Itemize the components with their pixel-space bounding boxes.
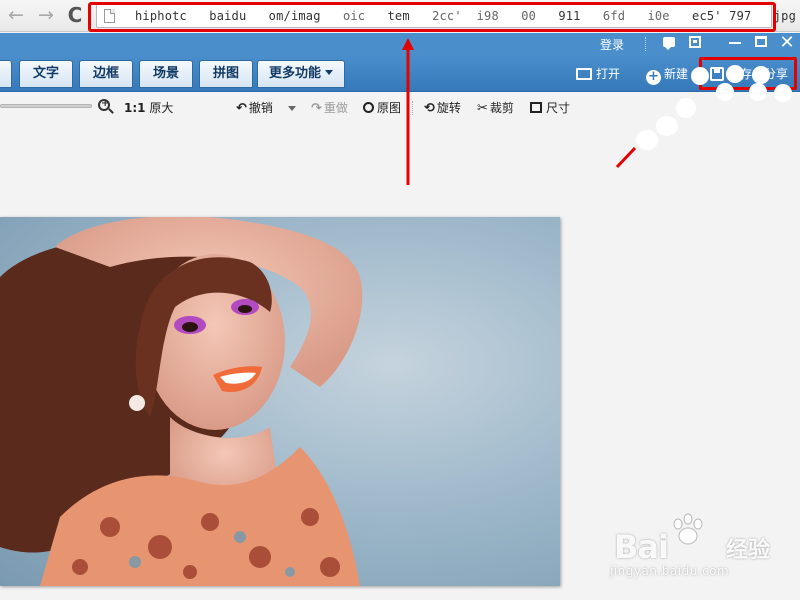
crop-label: 裁剪 xyxy=(489,101,514,115)
url-part: jpg xyxy=(773,9,796,23)
login-link[interactable]: 登录 xyxy=(600,36,624,53)
watermark-brand: Bai xyxy=(614,528,669,566)
paw-logo-icon xyxy=(673,513,703,545)
size-button[interactable]: 尺寸 xyxy=(530,100,570,116)
crop-button[interactable]: ✂ 裁剪 xyxy=(477,100,514,116)
redaction-mark xyxy=(636,130,658,150)
size-label: 尺寸 xyxy=(546,101,571,115)
chevron-down-icon xyxy=(325,70,333,75)
chat-icon[interactable] xyxy=(663,37,675,50)
photo-illustration xyxy=(0,217,363,586)
plus-icon: + xyxy=(646,70,661,85)
tab-previous[interactable] xyxy=(0,60,12,88)
url-highlight-box xyxy=(88,2,776,32)
redaction-mark xyxy=(749,83,767,101)
reload-icon[interactable]: C xyxy=(63,3,87,27)
open-button[interactable]: 打开 xyxy=(576,65,620,83)
tab-more-label: 更多功能 xyxy=(268,66,321,81)
rotate-button[interactable]: ⟲ 旋转 xyxy=(424,100,461,116)
undo-icon: ↶ xyxy=(236,101,247,116)
watermark-site: jingyan.baidu.com xyxy=(610,564,730,578)
folder-icon xyxy=(576,68,592,80)
maximize-icon[interactable] xyxy=(755,36,767,47)
photo-canvas[interactable] xyxy=(0,217,560,586)
original-icon xyxy=(363,102,374,113)
tab-more-functions[interactable]: 更多功能 xyxy=(257,60,345,88)
original-size-label: 原大 xyxy=(149,101,174,115)
crop-icon: ✂ xyxy=(477,101,488,116)
rotate-label: 旋转 xyxy=(436,101,461,115)
redaction-mark xyxy=(716,83,734,101)
redo-icon: ↷ xyxy=(311,101,322,116)
original-label: 原图 xyxy=(377,101,402,115)
redo-button[interactable]: ↷ 重做 xyxy=(311,100,348,116)
forward-icon[interactable]: → xyxy=(34,3,58,27)
divider xyxy=(645,37,647,51)
watermark: Bai 经验 jingyan.baidu.com xyxy=(608,512,788,582)
zoom-in-icon[interactable] xyxy=(98,98,114,115)
zoom-slider[interactable] xyxy=(0,104,92,108)
tab-collage[interactable]: 拼图 xyxy=(199,60,253,88)
redo-label: 重做 xyxy=(323,101,348,115)
undo-dropdown-icon[interactable] xyxy=(288,106,296,111)
open-label: 打开 xyxy=(596,67,621,81)
redaction-mark xyxy=(691,67,709,85)
new-button[interactable]: + 新建 xyxy=(646,65,689,85)
up-arrow-icon xyxy=(402,38,414,185)
redaction-mark xyxy=(676,98,696,118)
tab-border[interactable]: 边框 xyxy=(79,60,133,88)
undo-label: 撤销 xyxy=(248,101,273,115)
redaction-mark xyxy=(656,116,678,136)
undo-button[interactable]: ↶ 撤销 xyxy=(236,100,273,116)
size-icon xyxy=(530,102,542,113)
minimize-icon[interactable] xyxy=(729,42,741,44)
actual-size-button[interactable]: 1:1 原大 xyxy=(124,100,173,116)
close-icon[interactable]: ✕ xyxy=(778,33,796,53)
redaction-mark xyxy=(774,84,792,102)
redaction-mark xyxy=(752,66,770,84)
tab-text[interactable]: 文字 xyxy=(19,60,73,88)
new-label: 新建 xyxy=(664,67,689,81)
skin-icon[interactable] xyxy=(689,36,701,48)
tab-scene[interactable]: 场景 xyxy=(139,60,193,88)
watermark-brand-suffix: 经验 xyxy=(726,538,771,563)
back-icon[interactable]: ← xyxy=(4,3,28,27)
redaction-mark xyxy=(726,65,744,83)
ratio-label: 1:1 xyxy=(124,101,146,115)
original-button[interactable]: 原图 xyxy=(363,100,401,116)
rotate-icon: ⟲ xyxy=(424,101,435,116)
